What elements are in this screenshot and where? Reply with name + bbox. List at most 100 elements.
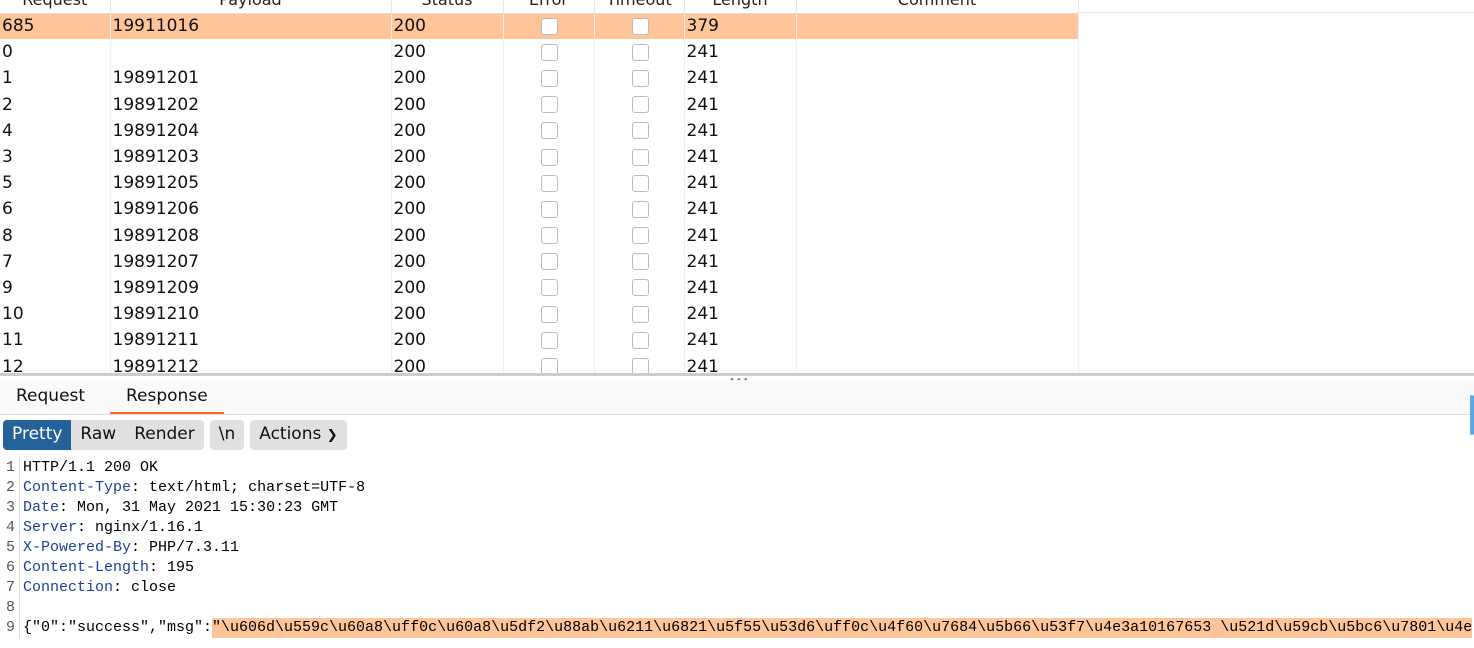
scrollbar[interactable] <box>1470 395 1474 435</box>
tab-request[interactable]: Request <box>0 380 101 414</box>
comment-cell[interactable] <box>796 301 1079 328</box>
error-checkbox[interactable] <box>541 358 558 374</box>
error-checkbox[interactable] <box>541 96 558 114</box>
error-checkbox[interactable] <box>541 148 558 166</box>
column-header-error[interactable]: Error <box>503 0 595 14</box>
column-header-request[interactable]: Request <box>0 0 111 14</box>
table-row[interactable]: 685 19911016 200 379 <box>0 13 1079 40</box>
results-table-wrapper: RequestPayloadStatusErrorTimeoutLengthCo… <box>0 0 1474 374</box>
payload-cell: 19911016 <box>110 13 392 40</box>
error-checkbox[interactable] <box>541 279 558 297</box>
error-checkbox[interactable] <box>541 69 558 87</box>
timeout-checkbox[interactable] <box>631 96 649 114</box>
timeout-checkbox[interactable] <box>631 331 649 349</box>
table-row[interactable]: 10 19891210 200 241 <box>0 301 1079 328</box>
actions-label: Actions <box>259 424 322 444</box>
error-checkbox[interactable] <box>541 122 558 140</box>
timeout-checkbox[interactable] <box>631 227 649 245</box>
request-cell: 0 <box>0 39 111 66</box>
payload-cell: 19891211 <box>110 327 392 354</box>
comment-cell[interactable] <box>796 274 1079 302</box>
table-row[interactable]: 3 19891203 200 241 <box>0 143 1079 171</box>
error-cell <box>503 39 595 66</box>
timeout-cell <box>594 327 685 354</box>
timeout-checkbox[interactable] <box>631 174 649 192</box>
error-checkbox[interactable] <box>541 227 558 245</box>
status-cell: 200 <box>391 39 504 66</box>
comment-cell[interactable] <box>796 170 1079 197</box>
response-editor[interactable]: 1 HTTP/1.1 200 OK 2 Content-Type: text/html… <box>0 458 1474 638</box>
column-header-status[interactable]: Status <box>391 0 504 14</box>
header-name: Server <box>23 519 78 536</box>
column-header-payload[interactable]: Payload <box>110 0 392 14</box>
comment-cell[interactable] <box>796 117 1079 144</box>
timeout-checkbox[interactable] <box>631 17 649 35</box>
table-row[interactable]: 7 19891207 200 241 <box>0 248 1079 275</box>
column-header-length[interactable]: Length <box>684 0 797 14</box>
timeout-checkbox[interactable] <box>631 148 649 166</box>
timeout-cell <box>594 143 685 171</box>
comment-cell[interactable] <box>796 327 1079 354</box>
comment-cell[interactable] <box>796 143 1079 171</box>
header-name: Content-Length <box>23 559 150 576</box>
comment-cell[interactable] <box>796 222 1079 249</box>
table-row[interactable]: 1 19891201 200 241 <box>0 65 1079 92</box>
timeout-checkbox[interactable] <box>631 253 649 271</box>
tab-response[interactable]: Response <box>110 380 224 414</box>
body-prefix: {"0":"success","msg": <box>23 619 213 636</box>
line-number: 9 <box>0 618 20 638</box>
comment-cell[interactable] <box>796 353 1079 374</box>
table-row[interactable]: 4 19891204 200 241 <box>0 117 1079 144</box>
line-number: 3 <box>0 498 20 518</box>
error-checkbox[interactable] <box>541 253 558 271</box>
timeout-checkbox[interactable] <box>631 305 649 323</box>
length-cell: 241 <box>684 274 797 302</box>
request-cell: 11 <box>0 327 111 354</box>
request-cell: 12 <box>0 353 111 374</box>
error-checkbox[interactable] <box>541 331 558 349</box>
error-checkbox[interactable] <box>541 17 558 35</box>
error-checkbox[interactable] <box>541 43 558 61</box>
length-cell: 241 <box>684 327 797 354</box>
error-cell <box>503 301 595 328</box>
timeout-checkbox[interactable] <box>631 122 649 140</box>
table-row[interactable]: 5 19891205 200 241 <box>0 170 1079 197</box>
table-row[interactable]: 8 19891208 200 241 <box>0 222 1079 249</box>
comment-cell[interactable] <box>796 13 1079 40</box>
error-cell <box>503 170 595 197</box>
actions-button[interactable]: Actions ❯ <box>250 420 346 450</box>
table-row[interactable]: 11 19891211 200 241 <box>0 327 1079 354</box>
table-row[interactable]: 0 200 241 <box>0 39 1079 66</box>
comment-cell[interactable] <box>796 65 1079 92</box>
response-line: 3 Date: Mon, 31 May 2021 15:30:23 GMT <box>0 498 1474 518</box>
comment-cell[interactable] <box>796 91 1079 118</box>
table-row[interactable]: 2 19891202 200 241 <box>0 91 1079 118</box>
column-header-comment[interactable]: Comment <box>796 0 1079 14</box>
response-line: 4 Server: nginx/1.16.1 <box>0 518 1474 538</box>
timeout-checkbox[interactable] <box>631 279 649 297</box>
error-cell <box>503 327 595 354</box>
timeout-cell <box>594 301 685 328</box>
timeout-checkbox[interactable] <box>631 43 649 61</box>
table-row[interactable]: 12 19891212 200 241 <box>0 353 1079 374</box>
render-button[interactable]: Render <box>125 420 204 450</box>
timeout-checkbox[interactable] <box>631 200 649 218</box>
error-checkbox[interactable] <box>541 305 558 323</box>
timeout-checkbox[interactable] <box>631 69 649 87</box>
error-checkbox[interactable] <box>541 174 558 192</box>
table-row[interactable]: 6 19891206 200 241 <box>0 196 1079 223</box>
comment-cell[interactable] <box>796 248 1079 275</box>
header-name: Connection <box>23 579 114 596</box>
line-number: 4 <box>0 518 20 538</box>
error-checkbox[interactable] <box>541 200 558 218</box>
timeout-checkbox[interactable] <box>631 358 649 374</box>
table-row[interactable]: 9 19891209 200 241 <box>0 274 1079 302</box>
comment-cell[interactable] <box>796 196 1079 223</box>
header-value: close <box>122 579 177 596</box>
pretty-button[interactable]: Pretty <box>3 420 72 450</box>
column-header-timeout[interactable]: Timeout <box>594 0 685 14</box>
newline-toggle-button[interactable]: \n <box>210 420 245 450</box>
raw-button[interactable]: Raw <box>71 420 125 450</box>
comment-cell[interactable] <box>796 39 1079 66</box>
length-cell: 241 <box>684 248 797 275</box>
